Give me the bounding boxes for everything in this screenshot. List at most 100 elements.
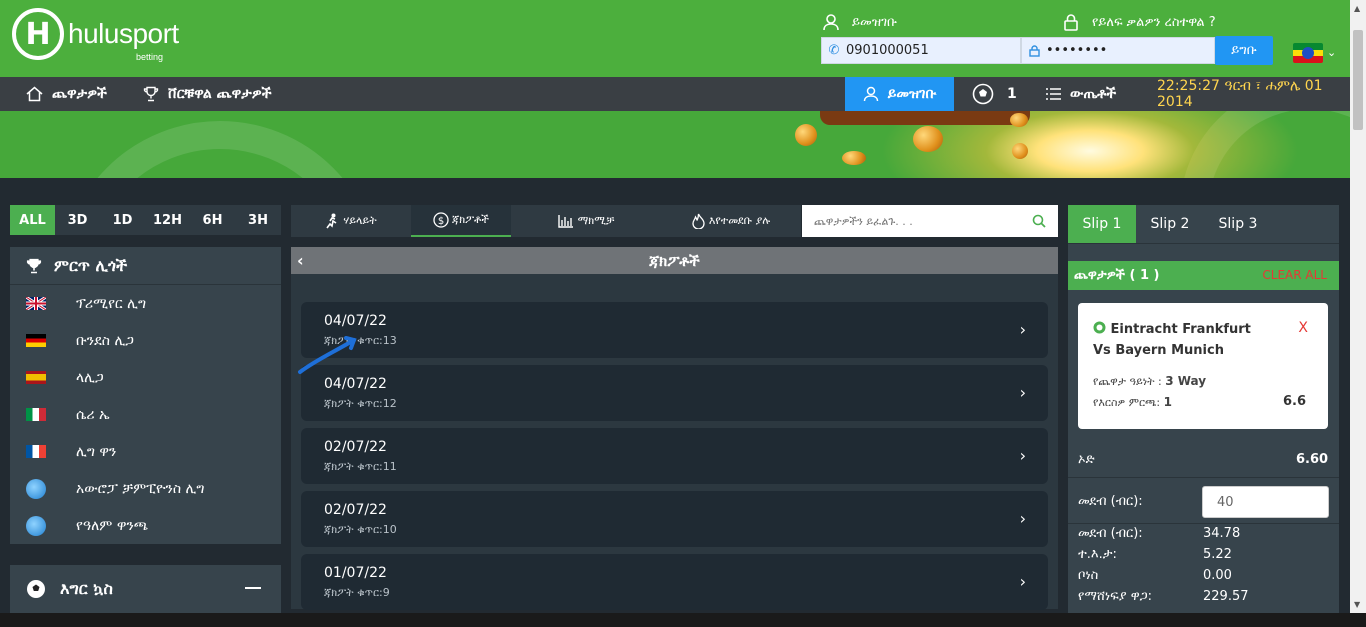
jackpot-row[interactable]: 01/07/22 ጃክፖት ቁጥር:9 › <box>301 554 1048 610</box>
trophy-icon <box>143 86 159 102</box>
pick-label: የእርስዎ ምርጫ: <box>1093 396 1161 409</box>
betslip-tabs: Slip 1 Slip 2 Slip 3 <box>1068 205 1339 243</box>
league-name: ሊግ ዋን <box>76 443 117 460</box>
register-link-label: ይመዝገቡ <box>852 14 898 30</box>
scroll-up-icon[interactable]: ▲ <box>1354 4 1360 13</box>
search-input[interactable] <box>814 214 1024 228</box>
league-name: የዓለም ዋንጫ <box>76 517 149 534</box>
coin-icon <box>913 126 943 152</box>
jackpot-row[interactable]: 04/07/22 ጃክፖት ቁጥር:12 › <box>301 365 1048 421</box>
search-icon[interactable] <box>1032 214 1046 228</box>
jackpot-row[interactable]: 02/07/22 ጃክፖት ቁጥር:11 › <box>301 428 1048 484</box>
jackpot-date: 01/07/22 <box>324 565 387 581</box>
logo-text: hulusport <box>68 18 179 49</box>
spain-flag-icon <box>26 371 46 384</box>
league-item-ligue-1[interactable]: ሊግ ዋን <box>10 433 281 470</box>
tab-highlights[interactable]: ሃይላይት <box>291 205 411 237</box>
clear-all-button[interactable]: CLEAR ALL <box>1262 268 1327 282</box>
league-item-laliga[interactable]: ላሊጋ <box>10 359 281 396</box>
scroll-down-icon[interactable]: ▼ <box>1354 600 1360 609</box>
chevron-right-icon: › <box>1019 572 1026 591</box>
back-chevron-icon[interactable]: ‹ <box>297 251 304 270</box>
globe-icon <box>26 478 46 499</box>
italy-flag-icon <box>26 408 46 421</box>
tab-jackpots[interactable]: $ ጃክፖቶች <box>411 205 511 237</box>
page: H hulusport betting ይመዝገቡ የይለፍ ቃልዎን ረስተዋ… <box>0 0 1366 627</box>
nav-games-label: ጨዋታዎች <box>52 86 107 102</box>
stake-input[interactable]: 40 <box>1202 486 1329 518</box>
collapse-icon[interactable] <box>245 587 261 589</box>
trophy-icon <box>26 258 42 273</box>
betslip-games-label: ጨዋታዎች ( 1 ) <box>1074 268 1160 283</box>
jackpot-row[interactable]: 02/07/22 ጃክፖት ቁጥር:10 › <box>301 491 1048 547</box>
tab-label: ጃክፖቶች <box>451 213 489 226</box>
login-button[interactable]: ይግቡ <box>1215 36 1273 65</box>
time-filter-3d[interactable]: 3D <box>55 205 100 235</box>
tab-slip-1[interactable]: Slip 1 <box>1068 205 1136 243</box>
lock-icon <box>1064 14 1078 31</box>
phone-input[interactable] <box>846 38 1016 63</box>
time-filter-6h[interactable]: 6H <box>190 205 235 235</box>
coin-icon <box>795 124 817 146</box>
match-name: Eintracht Frankfurt Vs Bayern Munich <box>1093 319 1263 361</box>
league-name: አውሮፓ ቻምፒዮንስ ሊግ <box>76 480 205 497</box>
coin-icon <box>1010 113 1028 127</box>
coin-icon <box>842 151 866 165</box>
tab-slip-2[interactable]: Slip 2 <box>1136 205 1204 243</box>
league-name: ሴሪ ኤ <box>76 406 110 423</box>
stake-label: መደብ (ብር): <box>1078 494 1143 509</box>
tab-live[interactable]: እየተመደቡ ያሉ <box>661 205 801 237</box>
phone-field-wrap: ✆ <box>821 37 1021 64</box>
germany-flag-icon <box>26 334 46 347</box>
sport-title: እግር ኳስ <box>60 579 113 598</box>
promo-banner[interactable] <box>0 111 1350 178</box>
nav-betslip-count[interactable]: 1 <box>972 77 1017 111</box>
league-item-world-cup[interactable]: የዓለም ዋንጫ <box>10 507 281 544</box>
password-input[interactable] <box>1046 38 1211 63</box>
password-field-wrap <box>1021 37 1215 64</box>
chevron-down-icon[interactable]: ⌄ <box>1327 46 1336 59</box>
league-item-champions-league[interactable]: አውሮፓ ቻምፒዮንስ ሊግ <box>10 470 281 507</box>
nav-register-button[interactable]: ይመዝገቡ <box>845 77 954 111</box>
forgot-password-link[interactable]: የይለፍ ቃልዎን ረስተዋል ? <box>1062 13 1216 31</box>
time-filter-3h[interactable]: 3H <box>235 205 281 235</box>
summary-label: መደብ (ብር): <box>1078 526 1143 541</box>
tab-statistics[interactable]: ማክሚቻ <box>511 205 661 237</box>
nav-results[interactable]: ውጤቶች <box>1046 77 1116 111</box>
soccer-ball-icon <box>27 580 45 598</box>
sport-football-header[interactable]: እግር ኳስ <box>10 565 281 613</box>
nav-virtual-games[interactable]: ቨርቹዋል ጨዋታዎች <box>143 77 271 111</box>
ethiopia-flag-icon[interactable] <box>1293 43 1323 63</box>
time-filter-1d[interactable]: 1D <box>100 205 145 235</box>
match-title: Eintracht Frankfurt Vs Bayern Munich <box>1093 322 1251 358</box>
top-leagues-header: ምርጥ ሊጎች <box>10 247 281 285</box>
tab-slip-3[interactable]: Slip 3 <box>1204 205 1272 243</box>
page-scrollbar[interactable]: ▲ ▼ <box>1350 0 1366 617</box>
scrollbar-thumb[interactable] <box>1353 30 1363 130</box>
divider <box>1068 477 1339 478</box>
time-filter-all[interactable]: ALL <box>10 205 55 235</box>
register-link[interactable]: ይመዝገቡ <box>822 13 897 31</box>
league-name: ፕሪሚየር ሊግ <box>76 295 147 312</box>
top-leagues-panel: ምርጥ ሊጎች ፕሪሚየር ሊግ ቡንደስ ሊጋ ላሊጋ ሴሪ ኤ ሊግ ዋን … <box>10 247 281 544</box>
home-icon <box>26 86 43 102</box>
search-box <box>802 205 1058 237</box>
jackpot-row[interactable]: 04/07/22 ጃክፖት ቁጥር:13 › <box>301 302 1048 358</box>
league-item-serie-a[interactable]: ሴሪ ኤ <box>10 396 281 433</box>
pick-odd: 6.6 <box>1282 394 1306 409</box>
nav-games[interactable]: ጨዋታዎች <box>26 77 107 111</box>
login-form: ✆ ይግቡ <box>821 36 1273 65</box>
nav-virtual-games-label: ቨርቹዋል ጨዋታዎች <box>168 86 272 102</box>
remove-selection-button[interactable]: X <box>1298 320 1308 336</box>
league-item-bundesliga[interactable]: ቡንደስ ሊጋ <box>10 322 281 359</box>
time-filter-12h[interactable]: 12H <box>145 205 190 235</box>
bet-selection-card: Eintracht Frankfurt Vs Bayern Munich X የ… <box>1078 303 1328 429</box>
league-item-premier-league[interactable]: ፕሪሚየር ሊግ <box>10 285 281 322</box>
market-value: 3 Way <box>1165 374 1207 388</box>
tab-label: ሃይላይት <box>343 214 377 227</box>
betslip-games-header: ጨዋታዎች ( 1 ) CLEAR ALL <box>1068 261 1339 290</box>
flame-icon <box>692 213 705 229</box>
logo-subtitle: betting <box>136 52 164 62</box>
tab-label: ማክሚቻ <box>577 214 615 227</box>
content-tabs: ሃይላይት $ ጃክፖቶች ማክሚቻ እየተመደቡ ያሉ <box>291 205 801 237</box>
